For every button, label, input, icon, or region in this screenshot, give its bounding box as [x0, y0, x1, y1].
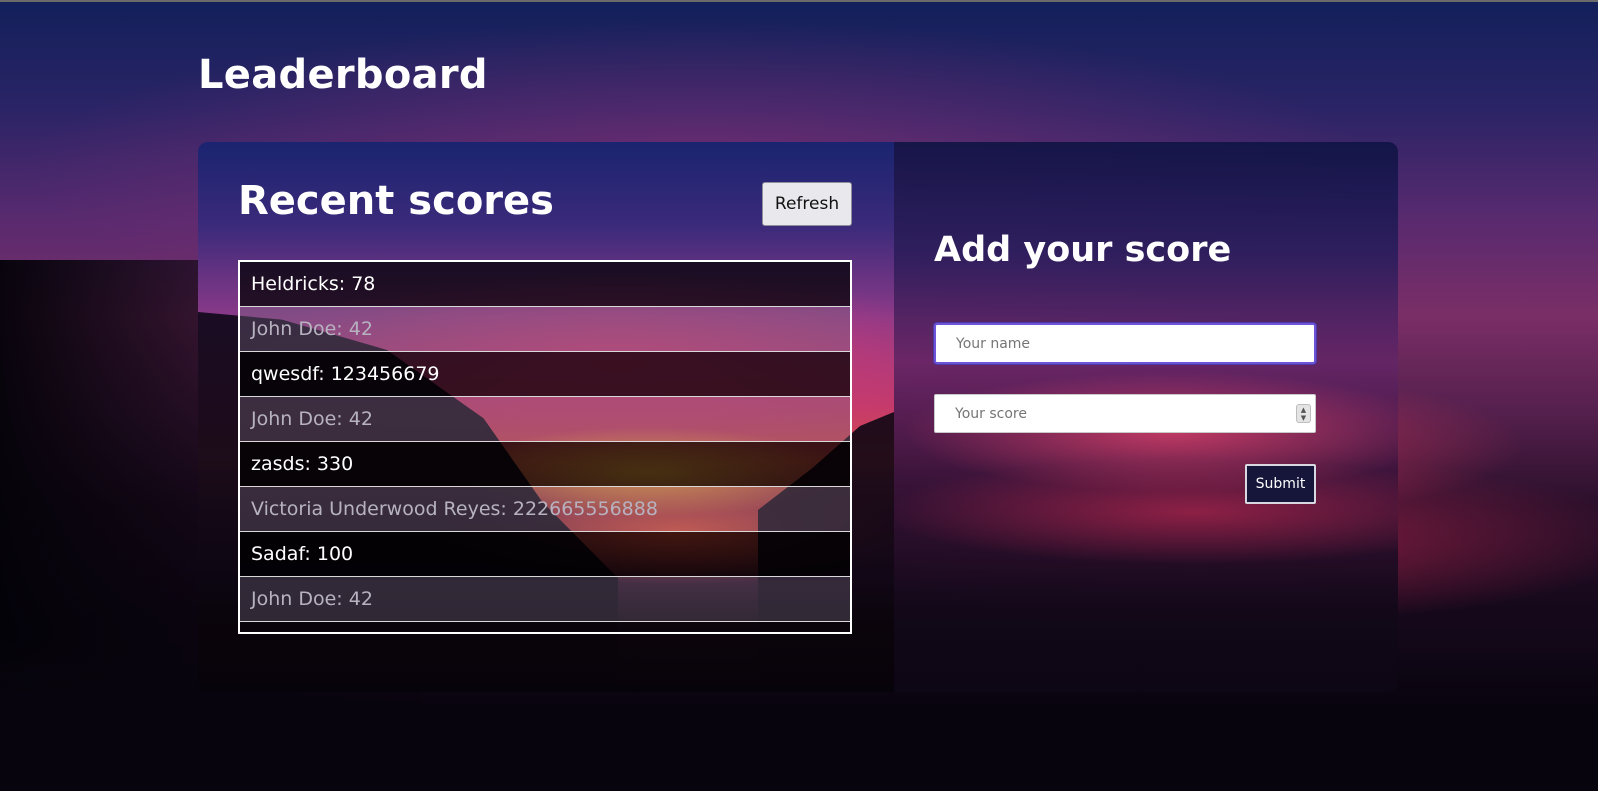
list-item: Heldricks: 78 [240, 262, 850, 307]
list-item: John Doe: 42 [240, 307, 850, 352]
list-item: Victoria Underwood Reyes: 222665556888 [240, 487, 850, 532]
submit-button[interactable]: Submit [1245, 464, 1316, 504]
list-item: John Doe: 42 [240, 577, 850, 622]
recent-scores-heading: Recent scores [238, 178, 554, 224]
top-border [0, 0, 1598, 2]
chevron-up-icon[interactable]: ▲ [1301, 406, 1306, 414]
list-item: John Doe: 42 [240, 397, 850, 442]
refresh-button[interactable]: Refresh [762, 182, 852, 226]
number-stepper-icon[interactable]: ▲ ▼ [1296, 404, 1311, 423]
chevron-down-icon[interactable]: ▼ [1301, 414, 1306, 422]
list-item: zasds: 330 [240, 442, 850, 487]
scores-panel-background: Recent scores Refresh Heldricks: 78 John… [198, 142, 894, 692]
score-input[interactable] [935, 395, 1275, 432]
leaderboard-panel: Recent scores Refresh Heldricks: 78 John… [198, 142, 1398, 692]
add-score-heading: Add your score [934, 230, 1232, 270]
list-item: qwesdf: 123456679 [240, 352, 850, 397]
score-list[interactable]: Heldricks: 78 John Doe: 42 qwesdf: 12345… [238, 260, 852, 634]
score-field: ▲ ▼ [934, 394, 1316, 433]
page-title: Leaderboard [198, 52, 488, 98]
list-item: Sadaf: 100 [240, 532, 850, 577]
name-input[interactable] [934, 323, 1316, 364]
